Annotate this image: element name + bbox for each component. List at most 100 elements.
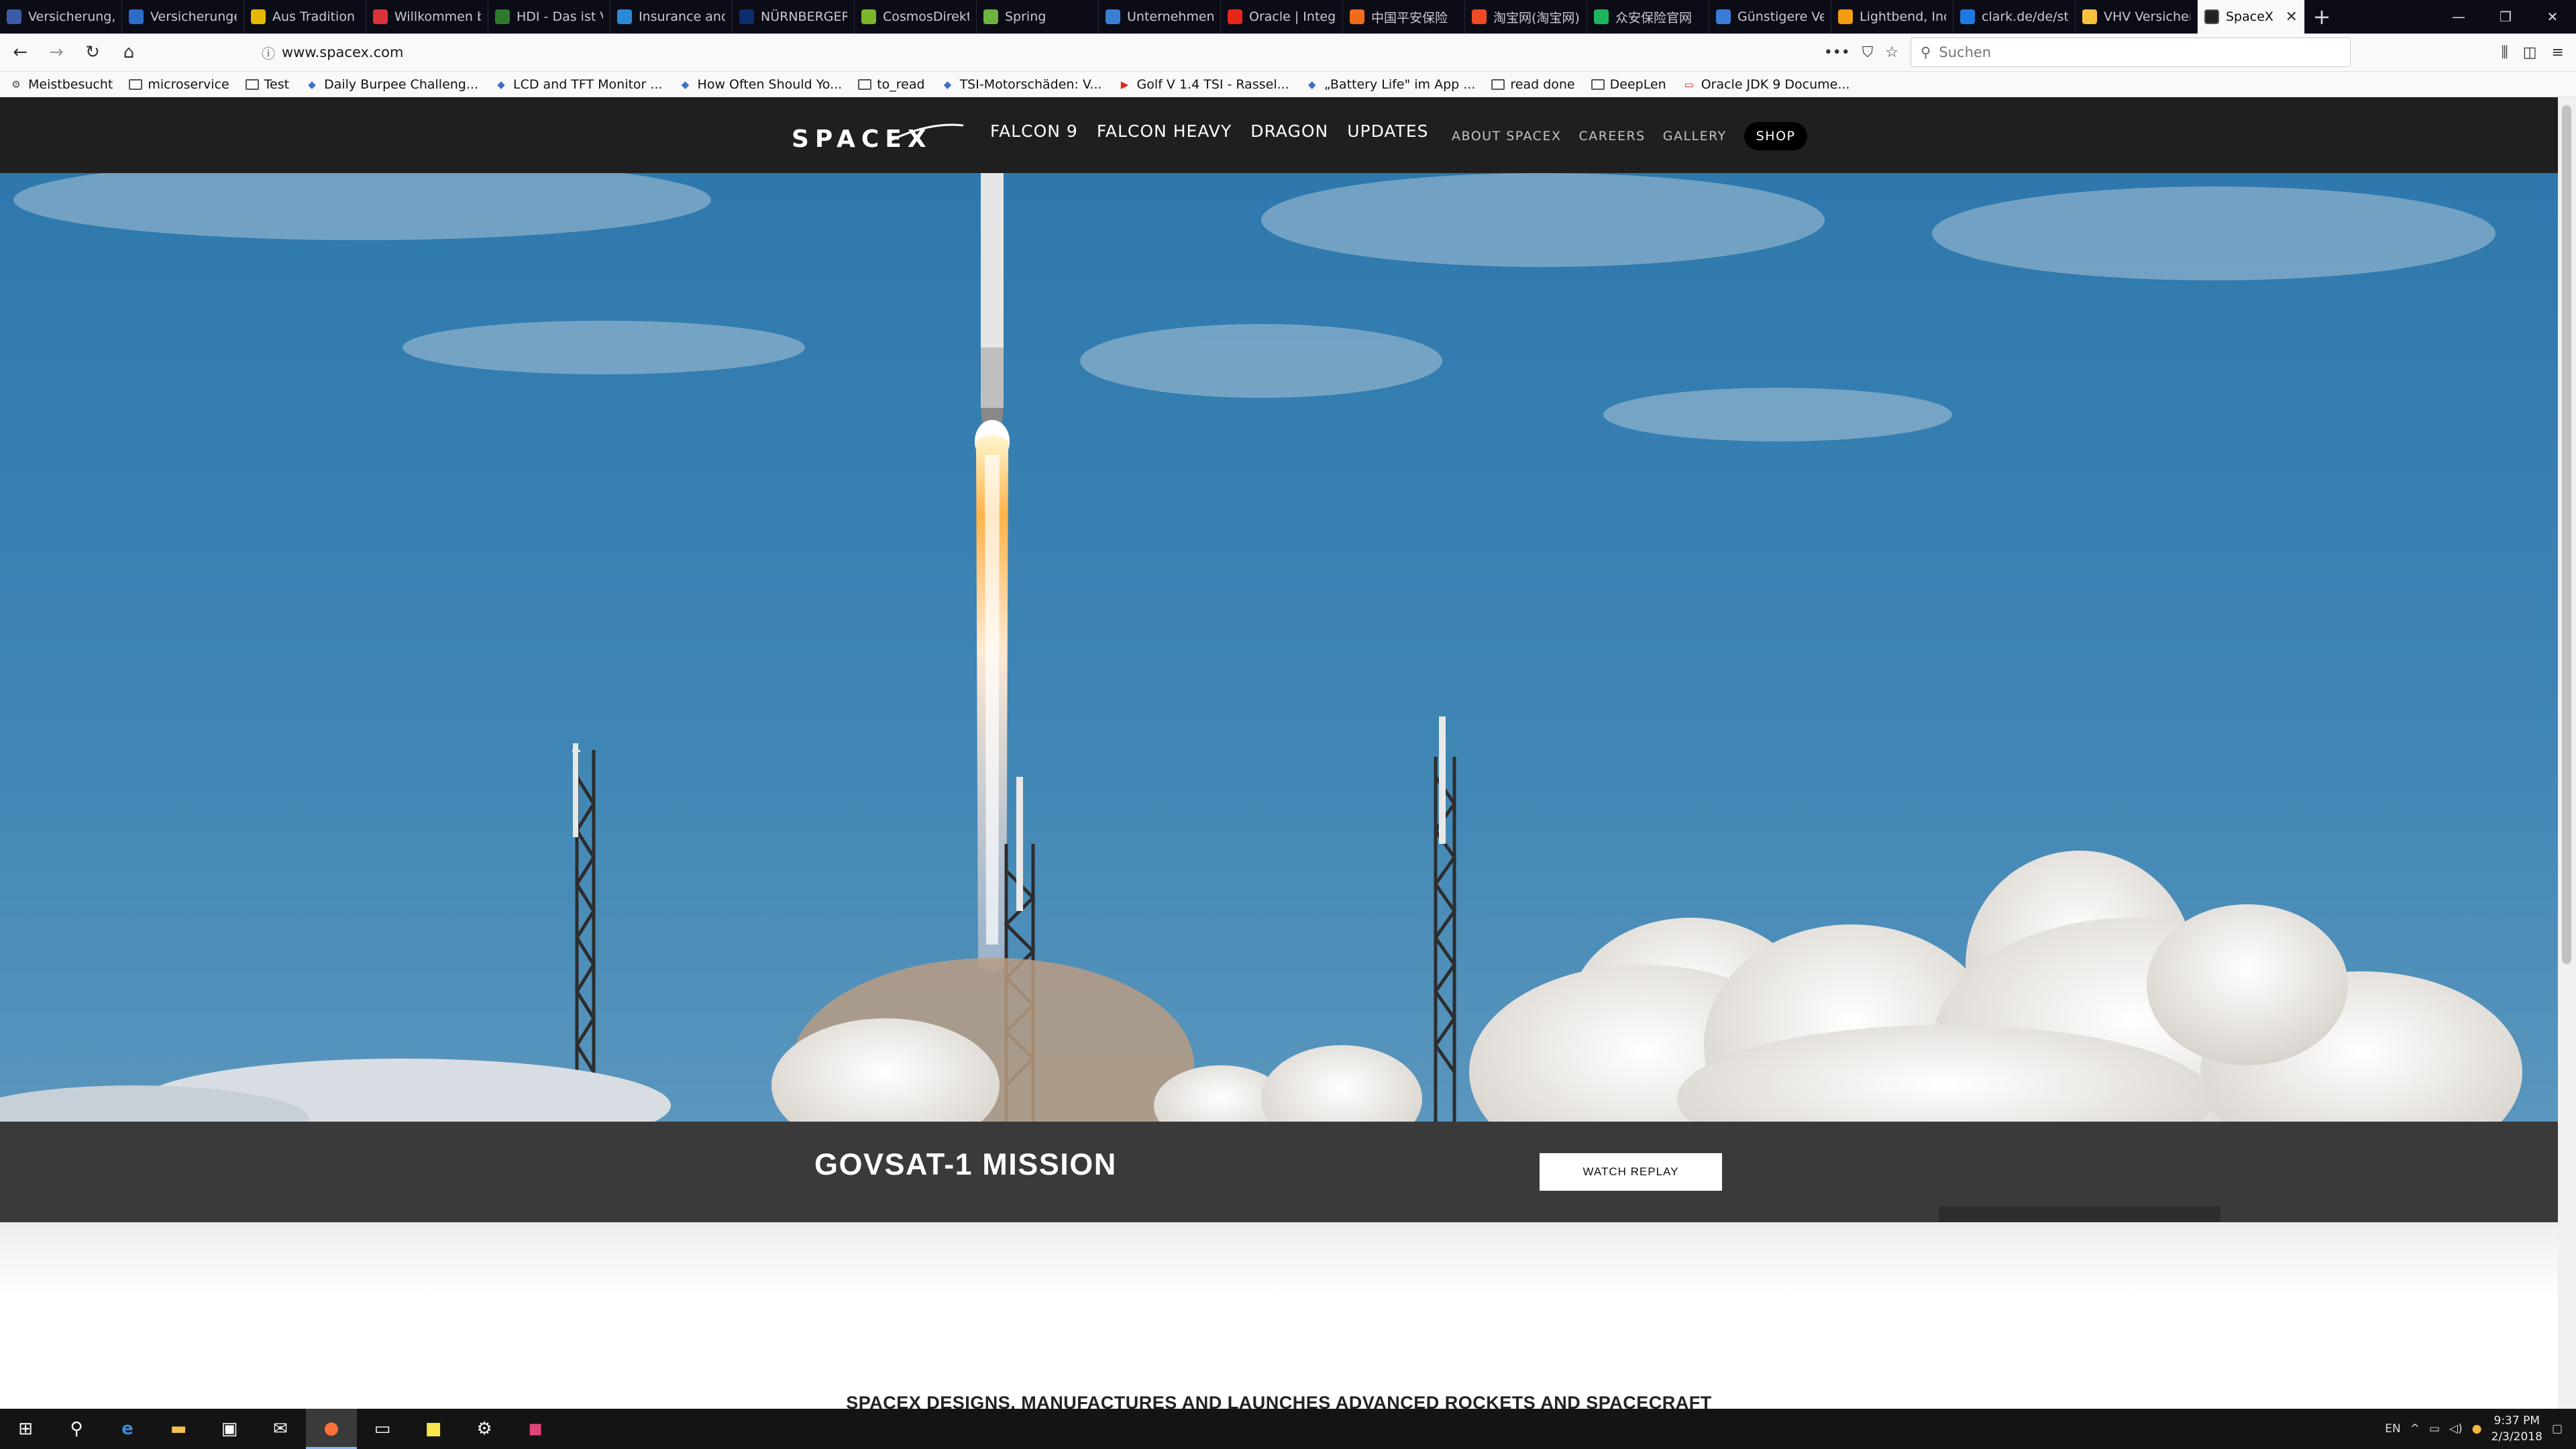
browser-tab[interactable]: CosmosDirekt <box>855 0 977 34</box>
network-icon[interactable]: ▭ <box>2429 1422 2440 1436</box>
site-header: SPACEX FALCON 9 FALCON HEAVY DRAGON UPDATES… <box>0 97 2558 173</box>
tab-spacex[interactable]: SpaceX ✕ <box>2198 0 2305 34</box>
bookmark-item[interactable]: microservice <box>129 77 229 92</box>
reload-button[interactable]: ↻ <box>76 36 109 68</box>
site-info-icon[interactable]: ⓘ <box>255 43 282 62</box>
bookmark-item[interactable]: to_read <box>858 77 925 92</box>
main-nav-link[interactable]: UPDATES <box>1347 121 1428 141</box>
browser-tab[interactable]: HDI - Das ist Vi <box>488 0 610 34</box>
notifications-icon[interactable]: ▢ <box>2552 1422 2563 1436</box>
forward-arrow-icon: → <box>49 42 64 62</box>
mail-app[interactable]: ✉ <box>255 1409 306 1449</box>
secondary-nav-link[interactable]: ABOUT SPACEX <box>1452 129 1561 144</box>
firefox-app[interactable]: ● <box>306 1409 357 1449</box>
bookmark-item[interactable]: ◆ „Battery Life" im App ... <box>1305 76 1476 92</box>
more-actions-icon[interactable]: ••• <box>1824 44 1850 61</box>
library-icon[interactable]: ⫼ <box>2502 44 2508 61</box>
tab-title: CosmosDirekt <box>883 9 969 24</box>
file-explorer-app[interactable]: ▬ <box>153 1409 204 1449</box>
sidebar-icon[interactable]: ◫ <box>2523 44 2537 61</box>
bookmark-item[interactable]: ◆ TSI-Motorschäden: V... <box>941 77 1102 92</box>
store-app[interactable]: ▣ <box>204 1409 255 1449</box>
clock-time: 9:37 PM <box>2493 1414 2540 1428</box>
sticky-notes-app[interactable]: ■ <box>408 1409 459 1449</box>
main-nav-link[interactable]: FALCON 9 <box>990 121 1078 141</box>
page-viewport: SPACEX FALCON 9 FALCON HEAVY DRAGON UPDATES… <box>0 97 2558 1409</box>
terminal-app[interactable]: ▭ <box>357 1409 408 1449</box>
folder-shape <box>245 78 259 90</box>
bookmark-item[interactable]: ▭ Oracle JDK 9 Docume... <box>1682 77 1850 92</box>
search-input[interactable]: ⚲ Suchen <box>1911 38 2351 67</box>
browser-tab[interactable]: 淘宝网(淘宝网) <box>1465 0 1587 34</box>
browser-tab[interactable]: Lightbend, Inc <box>1831 0 1953 34</box>
minimize-button[interactable]: — <box>2435 0 2482 34</box>
bookmark-item[interactable]: DeepLen <box>1591 77 1666 92</box>
url-bar[interactable]: ⓘ www.spacex.com ••• ⛉ ☆ <box>255 38 1898 67</box>
restore-button[interactable]: ❐ <box>2482 0 2529 34</box>
intellij-app[interactable]: ◼ <box>510 1409 561 1449</box>
weather-icon[interactable]: ● <box>2472 1422 2482 1436</box>
search-taskbar-button[interactable]: ⚲ <box>51 1409 102 1449</box>
edge-app[interactable]: e <box>102 1409 153 1449</box>
bookmark-item[interactable]: ◆ Daily Burpee Challeng... <box>305 77 478 92</box>
main-nav-link[interactable]: DRAGON <box>1250 121 1328 141</box>
tab-favicon-icon <box>1106 9 1120 24</box>
system-tray: EN ^ ▭ ◁) ● 9:37 PM 2/3/2018 ▢ <box>2385 1409 2576 1449</box>
new-tab-button[interactable]: + <box>2305 0 2339 34</box>
chevron-up-icon[interactable]: ^ <box>2410 1422 2420 1436</box>
main-nav-link[interactable]: FALCON HEAVY <box>1097 121 1232 141</box>
home-button[interactable]: ⌂ <box>113 36 145 68</box>
watch-replay-button[interactable]: WATCH REPLAY <box>1540 1153 1722 1191</box>
browser-tab[interactable]: Günstigere Ve <box>1709 0 1831 34</box>
bookmark-star-icon[interactable]: ☆ <box>1885 44 1898 61</box>
bookmark-item[interactable]: Test <box>245 77 289 92</box>
back-button[interactable]: ← <box>4 36 36 68</box>
youtube-icon: ▶ <box>1120 78 1129 91</box>
browser-tab[interactable]: VHV Versicher <box>2076 0 2198 34</box>
secondary-nav-link[interactable]: CAREERS <box>1578 129 1645 144</box>
bookmark-item[interactable]: ◆ LCD and TFT Monitor ... <box>494 77 662 92</box>
scrollbar-thumb[interactable] <box>2562 105 2571 964</box>
browser-tab[interactable]: 众安保险官网 <box>1587 0 1709 34</box>
browser-tab[interactable]: Insurance and <box>610 0 733 34</box>
browser-tab[interactable]: Unternehmens <box>1099 0 1221 34</box>
clock[interactable]: 9:37 PM 2/3/2018 <box>2491 1413 2542 1445</box>
secondary-nav-link[interactable]: GALLERY <box>1663 129 1727 144</box>
browser-tab[interactable]: Willkommen b <box>366 0 488 34</box>
browser-tab[interactable]: clark.de/de/sta <box>1953 0 2076 34</box>
volume-icon[interactable]: ◁) <box>2449 1422 2463 1436</box>
settings-app[interactable]: ⚙ <box>459 1409 510 1449</box>
shop-button[interactable]: SHOP <box>1743 122 1808 150</box>
tab-title: Lightbend, Inc <box>1860 9 1946 24</box>
pocket-icon[interactable]: ⛉ <box>1862 44 1874 61</box>
browser-tab[interactable]: NÜRNBERGER <box>733 0 855 34</box>
spacex-logo[interactable]: SPACEX <box>790 120 965 154</box>
folder-icon <box>1591 78 1605 91</box>
bookmark-label: read done <box>1510 76 1575 92</box>
rocket-launch-photo <box>0 173 2558 1122</box>
bookmark-item[interactable]: ▶ Golf V 1.4 TSI - Rassel... <box>1118 77 1289 92</box>
start-button[interactable]: ⊞ <box>0 1409 51 1449</box>
browser-tab[interactable]: Aus Tradition g <box>244 0 366 34</box>
close-window-button[interactable]: ✕ <box>2529 0 2576 34</box>
language-indicator[interactable]: EN <box>2385 1422 2400 1436</box>
browser-tab[interactable]: Spring <box>977 0 1099 34</box>
browser-tab[interactable]: Versicherungen <box>122 0 244 34</box>
tab-favicon-icon <box>7 9 21 24</box>
logo-text: SPACEX <box>792 125 932 153</box>
reload-icon: ↻ <box>85 42 100 62</box>
browser-tab[interactable]: 中国平安保险 <box>1343 0 1465 34</box>
bookmark-item[interactable]: read done <box>1491 76 1575 92</box>
bookmark-item[interactable]: ⚙ Meistbesucht <box>9 77 113 92</box>
tab-favicon-icon <box>1594 9 1609 24</box>
bookmark-item[interactable]: ◆ How Often Should Yo... <box>679 77 842 92</box>
url-text[interactable]: www.spacex.com <box>282 44 403 60</box>
bookmark-label: „Battery Life" im App ... <box>1324 76 1476 92</box>
close-tab-icon[interactable]: ✕ <box>2286 9 2298 25</box>
site-icon: ◆ <box>681 78 690 91</box>
browser-tab[interactable]: Oracle | Integr <box>1221 0 1343 34</box>
menu-icon[interactable]: ≡ <box>2552 44 2564 61</box>
page-scrollbar[interactable] <box>2558 97 2576 1409</box>
browser-tab[interactable]: Versicherung, V <box>0 0 122 34</box>
forward-button[interactable]: → <box>40 36 72 68</box>
